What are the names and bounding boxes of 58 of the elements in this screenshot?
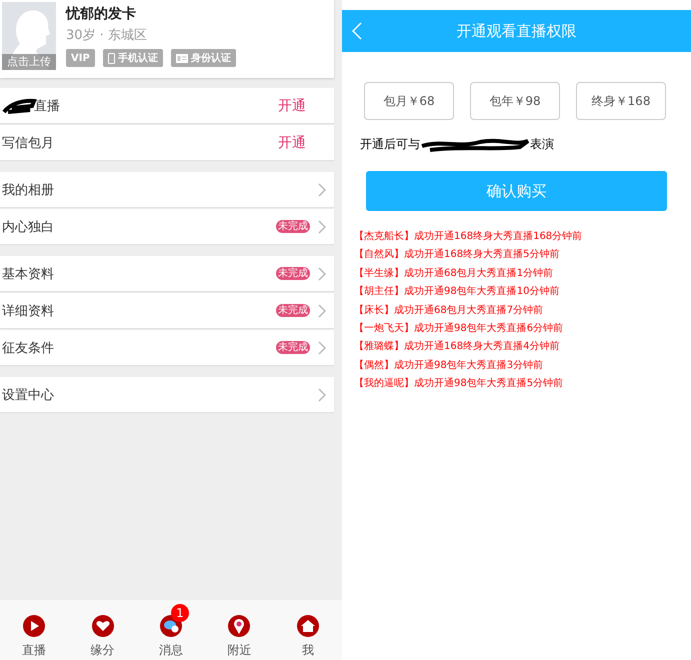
purchase-record: 【半生缘】成功开通68包月大秀直播1分钟前	[354, 266, 554, 281]
menu-item[interactable]: 征友条件 未完成	[0, 330, 334, 365]
chevron-right-icon	[318, 220, 326, 234]
back-icon[interactable]	[352, 22, 362, 40]
note-text: 开通后可与	[360, 136, 420, 153]
menu-item[interactable]: 写信包月 开通	[0, 125, 334, 160]
verification-badge: VIP	[66, 49, 95, 67]
tab-bar-item[interactable]: 我	[282, 602, 333, 658]
chevron-right-icon	[318, 304, 326, 318]
menu-item[interactable]: 我的相册	[0, 172, 334, 207]
tab-bar-item[interactable]: 附近	[214, 602, 264, 658]
activate-link[interactable]: 开通	[278, 134, 306, 152]
unread-badge: 1	[170, 604, 189, 622]
chevron-right-icon	[318, 182, 326, 196]
purchase-record: 【我的逼呢】成功开通98包年大秀直播5分钟前	[354, 376, 564, 392]
menu-label: 详细资料	[2, 302, 54, 320]
home-icon	[296, 614, 320, 638]
status-tag: 未完成	[276, 267, 310, 280]
activate-link[interactable]: 开通	[278, 96, 306, 114]
status-tag: 未完成	[276, 304, 310, 317]
purchase-record: 【一炮飞天】成功开通98包年大秀直播6分钟前	[354, 322, 564, 336]
purchase-record: 【床长】成功开通68包月大秀直播7分钟前	[354, 304, 544, 318]
purchase-record: 【自然风】成功开通168终身大秀直播5分钟前	[354, 248, 560, 262]
user-info: 30岁 · 东城区	[66, 27, 148, 44]
chevron-right-icon	[318, 266, 326, 280]
purchase-record: 【杰克船长】成功开通168终身大秀直播168分钟前	[354, 230, 584, 244]
menu-item[interactable]: 基本资料 未完成	[0, 256, 334, 291]
chevron-right-icon	[318, 388, 326, 402]
plan-option[interactable]: 终身￥168	[576, 82, 666, 120]
plan-option[interactable]: 包年￥98	[470, 82, 560, 120]
location-pin-icon	[227, 614, 252, 638]
menu-item[interactable]: 详细资料 未完成	[0, 293, 334, 328]
page-title: 开通观看直播权限	[456, 22, 576, 40]
menu-item[interactable]: 设置中心	[0, 377, 334, 412]
menu-label: 写信包月	[2, 134, 54, 152]
menu-item[interactable]: 直播 开通	[0, 88, 334, 123]
menu-label: 直播	[34, 98, 60, 114]
verification-badge: 手机认证	[102, 49, 163, 67]
menu-label: 基本资料	[2, 266, 54, 282]
menu-label: 我的相册	[2, 182, 54, 198]
tab-bar-item[interactable]: 直播	[9, 602, 60, 658]
menu-item[interactable]: 内心独白 未完成	[0, 209, 334, 244]
menu-label: 设置中心	[2, 386, 54, 404]
tab-bar-item[interactable]: 缘分	[78, 602, 128, 658]
status-tag: 未完成	[276, 341, 310, 354]
purchase-record: 【雅璐蝶】成功开通168终身大秀直播4分钟前	[354, 340, 560, 354]
purchase-record: 【胡主任】成功开通98包年大秀直播10分钟前	[354, 284, 560, 300]
user-name: 忧郁的发卡	[66, 5, 137, 23]
verification-badge: 身份认证	[170, 49, 236, 67]
plan-option[interactable]: 包月￥68	[364, 82, 454, 120]
note-text: 表演	[530, 136, 554, 153]
menu-label: 内心独白	[2, 218, 54, 236]
status-tag: 未完成	[276, 220, 310, 233]
purchase-record: 【偶然】成功开通98包年大秀直播3分钟前	[354, 358, 544, 373]
play-icon	[22, 614, 46, 638]
chevron-right-icon	[318, 340, 326, 354]
tab-bar-item[interactable]: 1 消息	[146, 602, 196, 658]
menu-label: 征友条件	[2, 340, 54, 356]
